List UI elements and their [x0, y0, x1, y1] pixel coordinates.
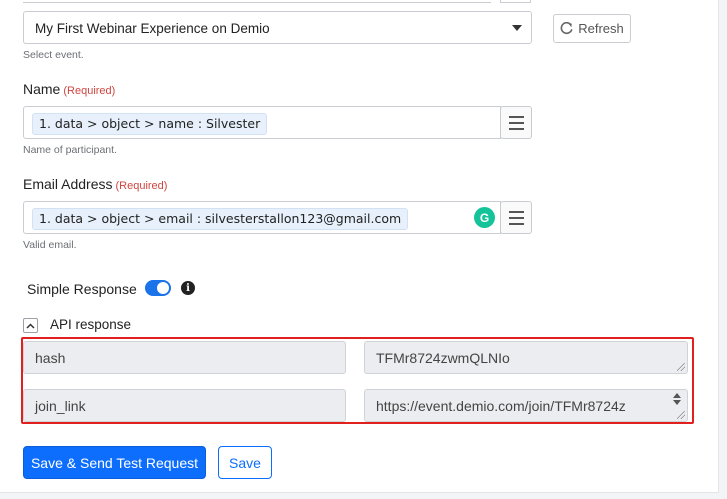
response-value-hash[interactable]: TFMr8724zwmQLNIo	[364, 341, 688, 374]
email-required: (Required)	[115, 180, 168, 192]
resize-grip-icon[interactable]	[677, 363, 685, 371]
spinner-arrows-icon[interactable]	[673, 393, 682, 405]
event-help: Select event.	[23, 49, 84, 61]
name-required: (Required)	[63, 85, 116, 97]
save-and-send-test-button[interactable]: Save & Send Test Request	[23, 446, 206, 479]
email-label-row: Email Address (Required)	[23, 176, 167, 194]
email-help: Valid email.	[23, 239, 77, 251]
email-mapped-chip: 1. data > object > email : silvesterstal…	[32, 208, 409, 230]
prev-field-edge	[23, 0, 491, 3]
email-input[interactable]: 1. data > object > email : silvesterstal…	[23, 201, 501, 234]
collapse-toggle[interactable]	[23, 318, 38, 333]
event-select[interactable]: My First Webinar Experience on Demio	[23, 11, 532, 44]
response-key-join-link: join_link	[23, 389, 346, 422]
response-key-text: join_link	[35, 397, 86, 414]
email-mapping-menu-button[interactable]	[500, 201, 532, 234]
name-label-row: Name (Required)	[23, 81, 115, 99]
info-icon[interactable]: i	[181, 281, 195, 295]
chevron-down-icon	[512, 25, 522, 31]
response-value-text: https://event.demio.com/join/TFMr8724z	[376, 397, 626, 414]
event-select-value: My First Webinar Experience on Demio	[35, 21, 270, 36]
refresh-icon	[560, 22, 573, 35]
refresh-button[interactable]: Refresh	[553, 14, 631, 43]
simple-response-label: Simple Response	[27, 281, 137, 297]
simple-response-toggle[interactable]	[145, 280, 171, 296]
save-button[interactable]: Save	[218, 446, 272, 479]
name-input[interactable]: 1. data > object > name : Silvester	[23, 106, 501, 139]
collapse-up-icon	[26, 322, 35, 329]
response-value-join-link[interactable]: https://event.demio.com/join/TFMr8724z	[364, 389, 688, 422]
name-mapping-menu-button[interactable]	[500, 106, 532, 139]
name-label: Name	[23, 81, 61, 97]
prev-menu-button-edge[interactable]	[500, 0, 531, 3]
hamburger-menu-icon	[508, 209, 524, 227]
response-key-hash: hash	[23, 341, 346, 374]
hamburger-menu-icon	[508, 114, 524, 132]
email-label: Email Address	[23, 176, 113, 192]
response-value-text: TFMr8724zwmQLNIo	[376, 349, 510, 366]
response-key-text: hash	[35, 349, 66, 366]
api-response-title: API response	[50, 317, 132, 332]
name-mapped-chip: 1. data > object > name : Silvester	[32, 113, 268, 135]
grammarly-icon[interactable]: G	[474, 207, 495, 228]
form-panel: My First Webinar Experience on Demio Ref…	[0, 0, 719, 493]
refresh-label: Refresh	[578, 21, 624, 36]
name-help: Name of participant.	[23, 144, 117, 156]
resize-grip-icon[interactable]	[677, 411, 685, 419]
